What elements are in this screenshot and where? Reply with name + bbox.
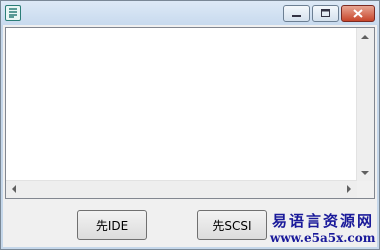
- scroll-right-icon[interactable]: [347, 185, 351, 193]
- app-logo-icon[interactable]: [5, 5, 21, 21]
- site-watermark: 易语言资源网 www.e5a5x.com: [262, 208, 380, 250]
- maximize-icon: [321, 9, 330, 17]
- text-editor[interactable]: [5, 27, 375, 199]
- scrollbar-corner: [357, 181, 374, 198]
- watermark-url: www.e5a5x.com: [270, 231, 376, 245]
- minimize-icon: [292, 15, 301, 17]
- vertical-scrollbar[interactable]: [356, 28, 374, 181]
- minimize-button[interactable]: [283, 5, 310, 22]
- scroll-left-icon[interactable]: [12, 185, 16, 193]
- close-icon: [353, 9, 363, 18]
- scroll-up-icon[interactable]: [361, 35, 369, 39]
- scroll-down-icon[interactable]: [361, 171, 369, 175]
- maximize-button[interactable]: [312, 5, 339, 22]
- title-bar[interactable]: [1, 1, 379, 25]
- ide-first-button[interactable]: 先IDE: [77, 210, 147, 240]
- watermark-site-name: 易语言资源网: [272, 212, 375, 230]
- scsi-first-button[interactable]: 先SCSI: [197, 210, 267, 240]
- horizontal-scrollbar[interactable]: [6, 180, 357, 198]
- close-button[interactable]: [341, 5, 375, 22]
